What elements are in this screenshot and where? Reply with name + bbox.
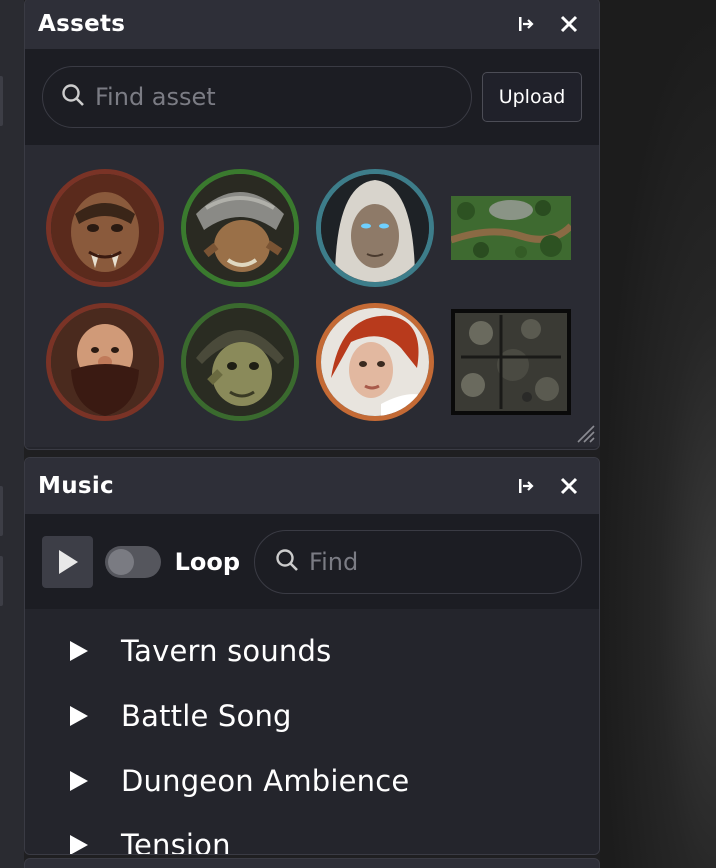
search-icon [61,83,85,111]
music-search-input[interactable] [309,547,581,576]
loop-toggle[interactable] [105,545,161,578]
dwarf-token[interactable] [46,303,164,421]
asset-search[interactable] [42,66,472,128]
track-name: Tavern sounds [121,634,332,668]
asset-search-input[interactable] [95,83,471,111]
sidebar-tab[interactable] [0,556,3,606]
music-title: Music [38,473,114,499]
music-panel: Music Loop Tavern sounds [24,457,600,855]
goblin-hood-token[interactable] [181,303,299,421]
music-header[interactable]: Music [25,458,599,514]
close-icon[interactable] [555,472,583,500]
music-search[interactable] [254,529,582,594]
play-icon[interactable] [69,704,93,728]
track-item[interactable]: Dungeon Ambience [25,751,599,811]
sidebar-tab[interactable] [0,486,3,536]
red-haired-woman-token[interactable] [316,303,434,421]
toggle-knob [108,548,135,575]
play-icon[interactable] [69,639,93,663]
background-scene [600,0,716,868]
asset-grid [25,145,599,447]
forest-map[interactable] [451,196,571,260]
search-icon [275,548,299,576]
track-name: Dungeon Ambience [121,764,410,798]
loop-label: Loop [174,547,241,576]
dock-icon[interactable] [513,472,541,500]
assets-panel: Assets Upload [24,0,600,450]
track-name: Tension [121,828,231,855]
track-item[interactable]: Tavern sounds [25,621,599,681]
dungeon-map[interactable] [451,309,571,415]
assets-title: Assets [38,11,126,37]
upload-button[interactable]: Upload [482,72,582,122]
close-icon[interactable] [555,10,583,38]
track-item[interactable]: Tension [25,815,599,855]
track-name: Battle Song [121,699,292,733]
track-item[interactable]: Battle Song [25,686,599,746]
play-icon[interactable] [69,769,93,793]
track-list: Tavern sounds Battle Song Dungeon Ambien… [25,609,599,855]
dock-icon[interactable] [513,10,541,38]
assets-header[interactable]: Assets [25,0,599,49]
assets-toolbar: Upload [25,49,599,145]
play-icon[interactable] [69,833,93,854]
play-button[interactable] [42,535,94,588]
next-panel-header[interactable] [24,858,600,868]
orc-warrior-token[interactable] [46,169,164,287]
goblin-helmet-token[interactable] [181,169,299,287]
hooded-figure-token[interactable] [316,169,434,287]
sidebar-tab[interactable] [0,76,3,126]
resize-handle[interactable] [572,420,596,444]
music-toolbar: Loop [25,514,599,609]
left-sidebar-edge [0,0,24,868]
